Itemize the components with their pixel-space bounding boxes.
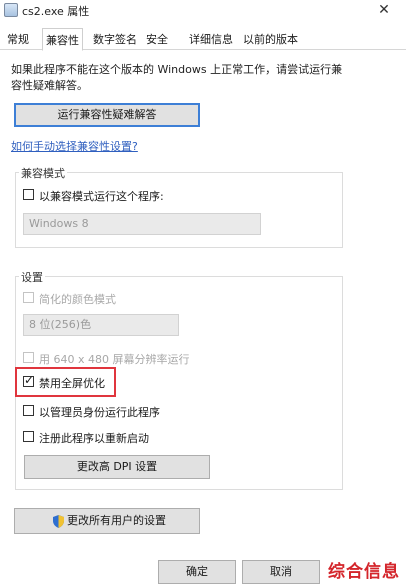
tab-compatibility[interactable]: 兼容性 <box>42 28 83 51</box>
register-restart-label: 注册此程序以重新启动 <box>39 432 149 445</box>
run-troubleshooter-button[interactable]: 运行兼容性疑难解答 <box>14 103 200 127</box>
register-restart-checkbox[interactable] <box>23 431 34 442</box>
change-all-users-button[interactable]: 更改所有用户的设置 <box>14 508 200 534</box>
resolution-row: 用 640 x 480 屏幕分辨率运行 <box>23 351 243 367</box>
compat-mode-label: 以兼容模式运行这个程序: <box>39 190 164 203</box>
compat-mode-checkbox[interactable] <box>23 189 34 200</box>
resolution-checkbox <box>23 352 34 363</box>
tab-general[interactable]: 常规 <box>4 30 32 50</box>
intro-line-2: 容性疑难解答。 <box>11 79 88 92</box>
tab-details[interactable]: 详细信息 <box>186 30 236 50</box>
fullscreen-opt-row[interactable]: ✓ 禁用全屏优化 <box>23 373 133 391</box>
register-restart-row[interactable]: 注册此程序以重新启动 <box>23 430 173 446</box>
color-mode-select: 8 位(256)色 <box>23 314 179 336</box>
reduced-color-row: 简化的颜色模式 <box>23 291 183 307</box>
tab-security[interactable]: 安全 <box>143 30 171 50</box>
uac-shield-icon <box>53 515 64 528</box>
intro-line-1: 如果此程序不能在这个版本的 Windows 上正常工作，请尝试运行兼 <box>11 63 343 76</box>
reduced-color-checkbox <box>23 292 34 303</box>
ok-button[interactable]: 确定 <box>158 560 236 584</box>
compat-mode-group-label: 兼容模式 <box>19 165 67 181</box>
run-as-admin-checkbox[interactable] <box>23 405 34 416</box>
run-as-admin-row[interactable]: 以管理员身份运行此程序 <box>23 404 173 420</box>
reduced-color-label: 简化的颜色模式 <box>39 293 116 306</box>
close-icon[interactable]: ✕ <box>376 1 392 19</box>
tab-digital-signatures[interactable]: 数字签名 <box>90 30 140 50</box>
window-title: cs2.exe 属性 <box>22 5 90 18</box>
change-all-users-label: 更改所有用户的设置 <box>67 514 166 527</box>
tab-strip: 常规 兼容性 数字签名 安全 详细信息 以前的版本 <box>0 28 406 51</box>
title-bar: cs2.exe 属性 ✕ <box>0 0 406 22</box>
checkmark-icon: ✓ <box>24 373 35 387</box>
manual-settings-link[interactable]: 如何手动选择兼容性设置? <box>11 138 138 154</box>
fullscreen-opt-checkbox[interactable]: ✓ <box>23 373 35 387</box>
app-icon <box>4 3 18 17</box>
tab-previous-versions[interactable]: 以前的版本 <box>240 30 301 50</box>
cancel-button[interactable]: 取消 <box>242 560 320 584</box>
fullscreen-opt-label: 禁用全屏优化 <box>39 377 105 390</box>
compat-mode-checkbox-row[interactable]: 以兼容模式运行这个程序: <box>23 188 203 204</box>
run-as-admin-label: 以管理员身份运行此程序 <box>39 406 160 419</box>
change-dpi-button[interactable]: 更改高 DPI 设置 <box>24 455 210 479</box>
settings-group-label: 设置 <box>19 269 45 285</box>
resolution-label: 用 640 x 480 屏幕分辨率运行 <box>39 353 190 366</box>
watermark-text: 综合信息 <box>328 562 400 582</box>
os-version-select: Windows 8 <box>23 213 261 235</box>
compat-mode-group <box>15 172 343 248</box>
